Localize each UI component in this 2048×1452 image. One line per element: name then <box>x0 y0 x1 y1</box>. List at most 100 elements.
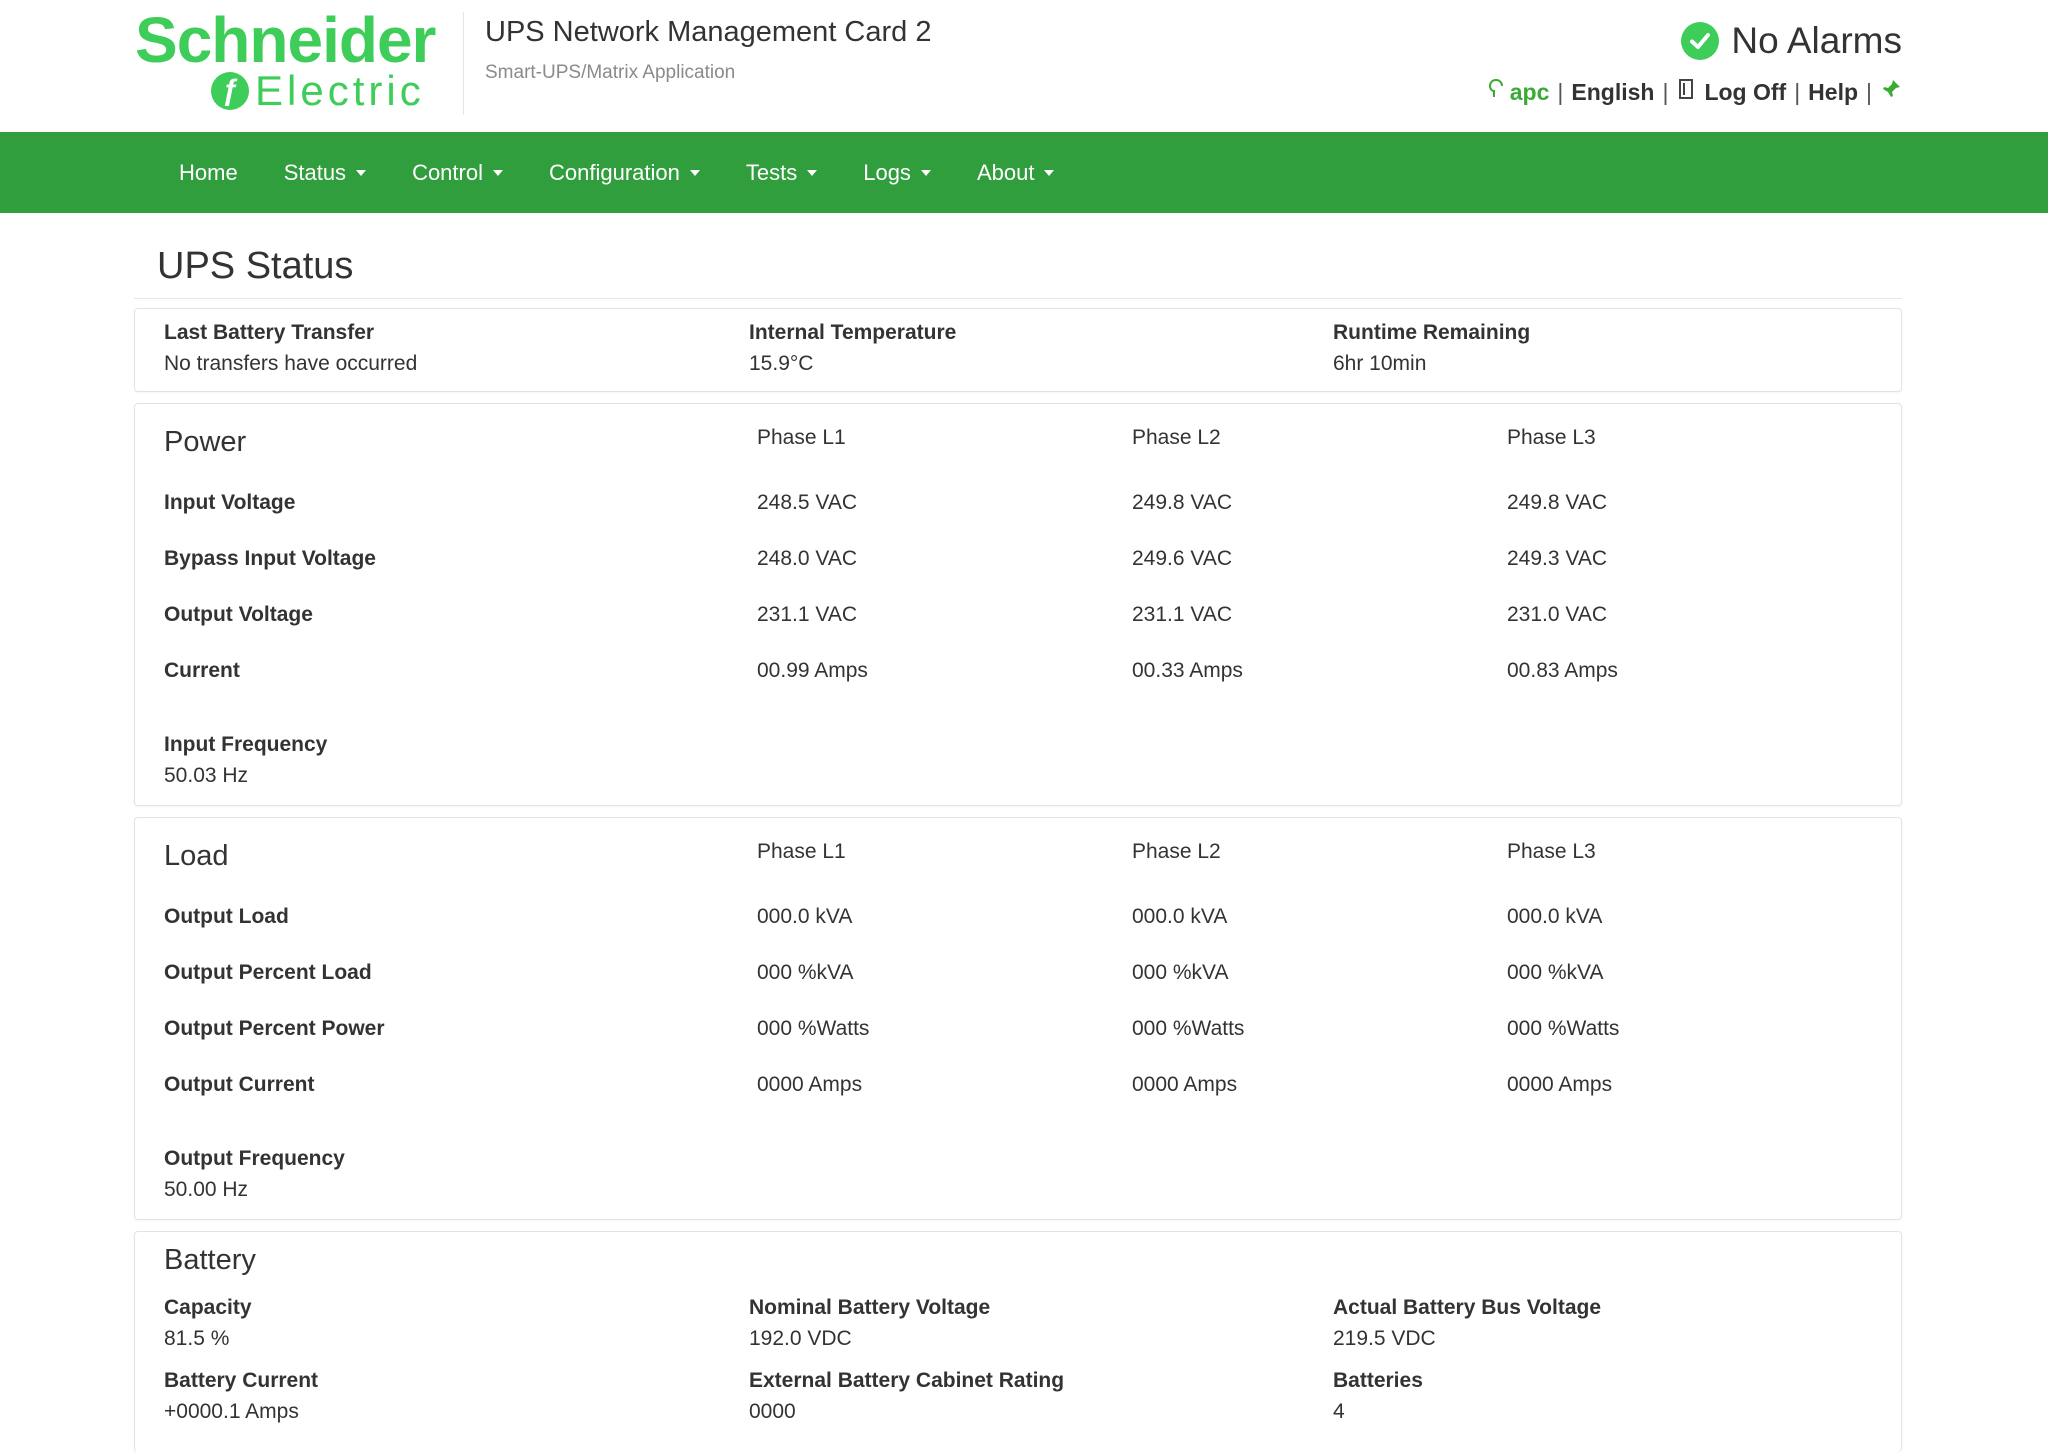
logoff-label: Log Off <box>1704 78 1787 105</box>
output-percent-load-label: Output Percent Load <box>164 961 372 984</box>
bypass-voltage-l3: 249.3 VAC <box>1507 547 1608 570</box>
cabinet-rating-label: External Battery Cabinet Rating <box>749 1369 1065 1392</box>
nav-tests[interactable]: Tests <box>723 132 840 213</box>
caret-down-icon <box>689 169 700 176</box>
load-phase-l1-header: Phase L1 <box>757 840 846 863</box>
output-voltage-l2: 231.1 VAC <box>1132 603 1233 626</box>
output-percent-load-l3: 000 %kVA <box>1507 961 1604 984</box>
output-current-label: Output Current <box>164 1073 315 1096</box>
power-phase-l2-header: Phase L2 <box>1132 426 1221 449</box>
input-voltage-l1: 248.5 VAC <box>757 491 858 514</box>
summary-panel: Last Battery Transfer No transfers have … <box>134 308 1902 392</box>
caret-down-icon <box>920 169 931 176</box>
temperature-value: 15.9°C <box>749 352 814 375</box>
current-label: Current <box>164 659 240 682</box>
output-voltage-label: Output Voltage <box>164 603 313 626</box>
load-phase-l3-header: Phase L3 <box>1507 840 1596 863</box>
life-is-on-icon: ƒ <box>211 72 249 110</box>
battery-panel: Battery Capacity 81.5 % Nominal Battery … <box>134 1231 1902 1452</box>
caret-down-icon <box>356 169 367 176</box>
load-section-title: Load <box>164 840 229 872</box>
nav-logs[interactable]: Logs <box>840 132 954 213</box>
nav-configuration[interactable]: Configuration <box>526 132 723 213</box>
output-percent-power-l2: 000 %Watts <box>1132 1017 1245 1040</box>
temperature-label: Internal Temperature <box>749 321 957 344</box>
page-header: Schneider ƒ Electric UPS Network Managem… <box>0 0 2048 132</box>
logoff-link[interactable]: Log Off <box>1676 78 1786 106</box>
battery-current-value: +0000.1 Amps <box>164 1400 299 1423</box>
nav-control[interactable]: Control <box>389 132 526 213</box>
output-voltage-l1: 231.1 VAC <box>757 603 858 626</box>
header-divider <box>463 12 464 115</box>
output-current-l1: 0000 Amps <box>757 1073 863 1096</box>
bypass-voltage-l1: 248.0 VAC <box>757 547 858 570</box>
current-l3: 00.83 Amps <box>1507 659 1618 682</box>
pin-icon[interactable] <box>1880 78 1902 106</box>
nav-configuration-label: Configuration <box>548 159 680 185</box>
help-link[interactable]: Help <box>1808 79 1858 106</box>
nav-logs-label: Logs <box>863 159 911 185</box>
nav-status[interactable]: Status <box>261 132 389 213</box>
bypass-voltage-l2: 249.6 VAC <box>1132 547 1233 570</box>
logo-wordmark-bottom: Electric <box>255 67 425 114</box>
current-l1: 00.99 Amps <box>757 659 868 682</box>
check-icon <box>1681 22 1720 60</box>
nav-home-label: Home <box>179 159 238 185</box>
user-name: apc <box>1509 78 1550 105</box>
load-phase-l2-header: Phase L2 <box>1132 840 1221 863</box>
cabinet-rating-value: 0000 <box>749 1400 796 1423</box>
output-load-label: Output Load <box>164 905 289 928</box>
input-frequency-label: Input Frequency <box>164 733 328 756</box>
app-title: UPS Network Management Card 2 <box>485 16 932 48</box>
last-transfer-label: Last Battery Transfer <box>164 321 375 344</box>
user-menu[interactable]: apc <box>1488 78 1550 106</box>
utility-bar: apc | English | Log Off | Help | <box>1488 78 1902 106</box>
output-load-l3: 000.0 kVA <box>1507 905 1603 928</box>
alarm-status[interactable]: No Alarms <box>1681 20 1902 62</box>
output-percent-power-l1: 000 %Watts <box>757 1017 870 1040</box>
nav-about[interactable]: About <box>954 132 1078 213</box>
output-voltage-l3: 231.0 VAC <box>1507 603 1608 626</box>
main-nav: Home Status Control Configuration Tests … <box>0 132 2048 213</box>
capacity-label: Capacity <box>164 1296 252 1319</box>
output-frequency-label: Output Frequency <box>164 1147 345 1170</box>
logo-wordmark-top: Schneider <box>135 4 436 76</box>
runtime-value: 6hr 10min <box>1333 352 1427 375</box>
load-panel: Load Phase L1 Phase L2 Phase L3 Output L… <box>134 817 1902 1220</box>
separator: | <box>1794 78 1801 105</box>
nominal-voltage-label: Nominal Battery Voltage <box>749 1296 991 1319</box>
caret-down-icon <box>1044 169 1055 176</box>
output-current-l2: 0000 Amps <box>1132 1073 1238 1096</box>
separator: | <box>1662 78 1669 105</box>
separator: | <box>1557 78 1564 105</box>
separator: | <box>1866 78 1872 105</box>
batteries-label: Batteries <box>1333 1369 1423 1392</box>
language-link[interactable]: English <box>1571 79 1654 106</box>
input-frequency-value: 50.03 Hz <box>164 764 249 787</box>
current-l2: 00.33 Amps <box>1132 659 1243 682</box>
nav-home[interactable]: Home <box>156 132 261 213</box>
door-icon <box>1676 78 1698 106</box>
battery-section-title: Battery <box>164 1244 256 1276</box>
input-voltage-label: Input Voltage <box>164 491 296 514</box>
nav-tests-label: Tests <box>745 159 798 185</box>
alarm-status-text: No Alarms <box>1731 20 1902 61</box>
title-divider <box>134 298 1902 299</box>
capacity-value: 81.5 % <box>164 1327 230 1350</box>
power-section-title: Power <box>164 426 247 458</box>
power-phase-l3-header: Phase L3 <box>1507 426 1596 449</box>
output-percent-load-l1: 000 %kVA <box>757 961 854 984</box>
output-frequency-value: 50.00 Hz <box>164 1178 249 1201</box>
power-phase-l1-header: Phase L1 <box>757 426 846 449</box>
schneider-electric-logo[interactable]: Schneider ƒ Electric <box>135 8 445 113</box>
input-voltage-l3: 249.8 VAC <box>1507 491 1608 514</box>
app-subtitle: Smart-UPS/Matrix Application <box>485 62 736 83</box>
output-current-l3: 0000 Amps <box>1507 1073 1613 1096</box>
battery-current-label: Battery Current <box>164 1369 319 1392</box>
nav-status-label: Status <box>283 159 347 185</box>
power-panel: Power Phase L1 Phase L2 Phase L3 Input V… <box>134 403 1902 806</box>
page-title: UPS Status <box>157 245 354 287</box>
input-voltage-l2: 249.8 VAC <box>1132 491 1233 514</box>
runtime-label: Runtime Remaining <box>1333 321 1531 344</box>
caret-down-icon <box>807 169 818 176</box>
